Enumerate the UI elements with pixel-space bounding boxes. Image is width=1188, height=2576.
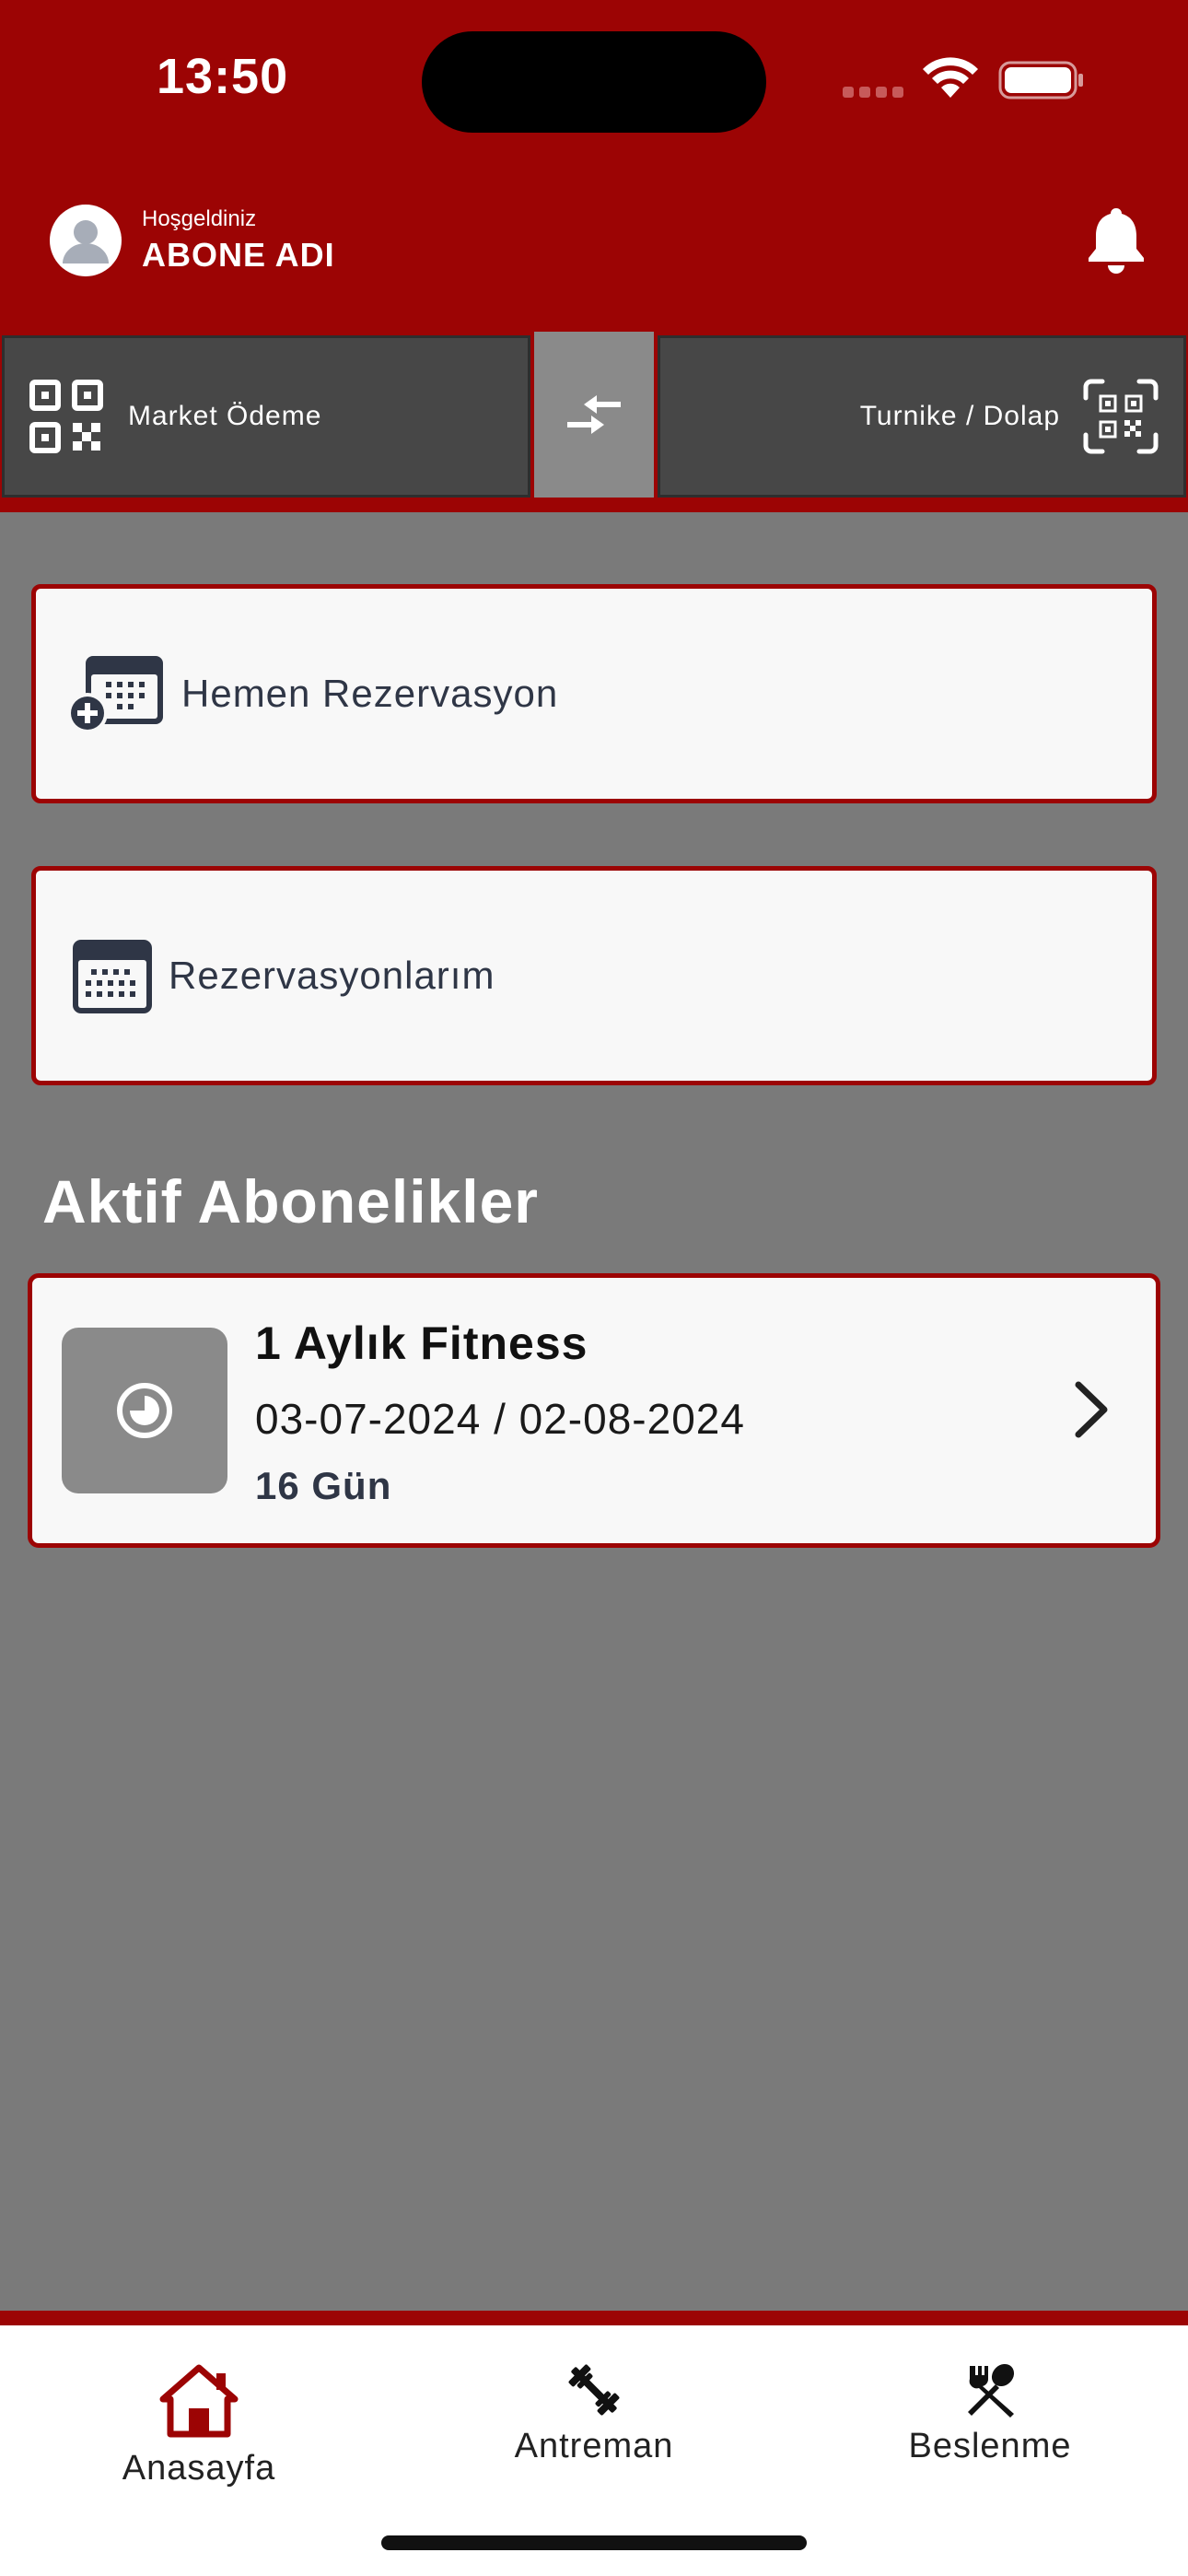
calendar-icon: [73, 940, 152, 1013]
subscription-days-left: 16 Gün: [255, 1464, 392, 1507]
notification-bell-icon[interactable]: [1083, 205, 1149, 275]
turnstile-locker-label: Turnike / Dolap: [859, 401, 1060, 431]
nav-label-training: Antreman: [514, 2427, 674, 2465]
chevron-right-icon: [1075, 1381, 1108, 1438]
subscription-dates: 03-07-2024 / 02-08-2024: [255, 1395, 745, 1443]
welcome-text: Hoşgeldiniz: [142, 206, 257, 231]
nav-label-nutrition: Beslenme: [908, 2427, 1072, 2465]
nav-item-home[interactable]: Anasayfa: [61, 2362, 337, 2488]
swap-arrows-icon: [567, 395, 621, 434]
utensils-icon: [968, 2363, 1015, 2418]
subscription-card[interactable]: 1 Aylık Fitness 03-07-2024 / 02-08-2024 …: [28, 1273, 1160, 1548]
qr-action-bar: Market Ödeme Turnike / Dolap: [0, 332, 1188, 512]
nav-label-home: Anasayfa: [122, 2449, 276, 2488]
user-icon: [63, 220, 109, 263]
market-payment-button[interactable]: Market Ödeme: [2, 335, 530, 498]
swap-button[interactable]: [534, 332, 654, 498]
home-icon: [159, 2364, 239, 2438]
nav-item-training[interactable]: Antreman: [456, 2362, 732, 2466]
qr-code-icon: [29, 380, 103, 453]
subscription-name: 1 Aylık Fitness: [255, 1317, 588, 1369]
wifi-icon: [923, 57, 978, 98]
turnstile-locker-button[interactable]: Turnike / Dolap: [658, 335, 1186, 498]
username: ABONE ADI: [142, 236, 335, 274]
cellular-signal-icon: [843, 86, 909, 102]
nav-item-nutrition[interactable]: Beslenme: [852, 2362, 1128, 2466]
active-subscriptions-title: Aktif Abonelikler: [42, 1167, 539, 1235]
market-payment-label: Market Ödeme: [128, 401, 322, 431]
quick-reservation-card[interactable]: Hemen Rezervasyon: [31, 584, 1157, 803]
dumbbell-icon: [568, 2364, 620, 2416]
quick-reservation-label: Hemen Rezervasyon: [181, 672, 559, 715]
subscription-thumbnail: [62, 1328, 227, 1493]
home-indicator[interactable]: [381, 2535, 807, 2550]
dynamic-island: [422, 31, 766, 133]
avatar[interactable]: [50, 205, 122, 276]
calendar-add-icon: [67, 656, 163, 733]
my-reservations-card[interactable]: Rezervasyonlarım: [31, 866, 1157, 1085]
status-time: 13:50: [157, 49, 289, 104]
qr-scan-icon: [1083, 379, 1159, 454]
app-header: 13:50 Hoşgeldiniz ABONE ADI: [0, 0, 1188, 332]
clock-icon: [117, 1383, 172, 1438]
battery-icon: [998, 61, 1083, 100]
my-reservations-label: Rezervasyonlarım: [169, 954, 495, 997]
